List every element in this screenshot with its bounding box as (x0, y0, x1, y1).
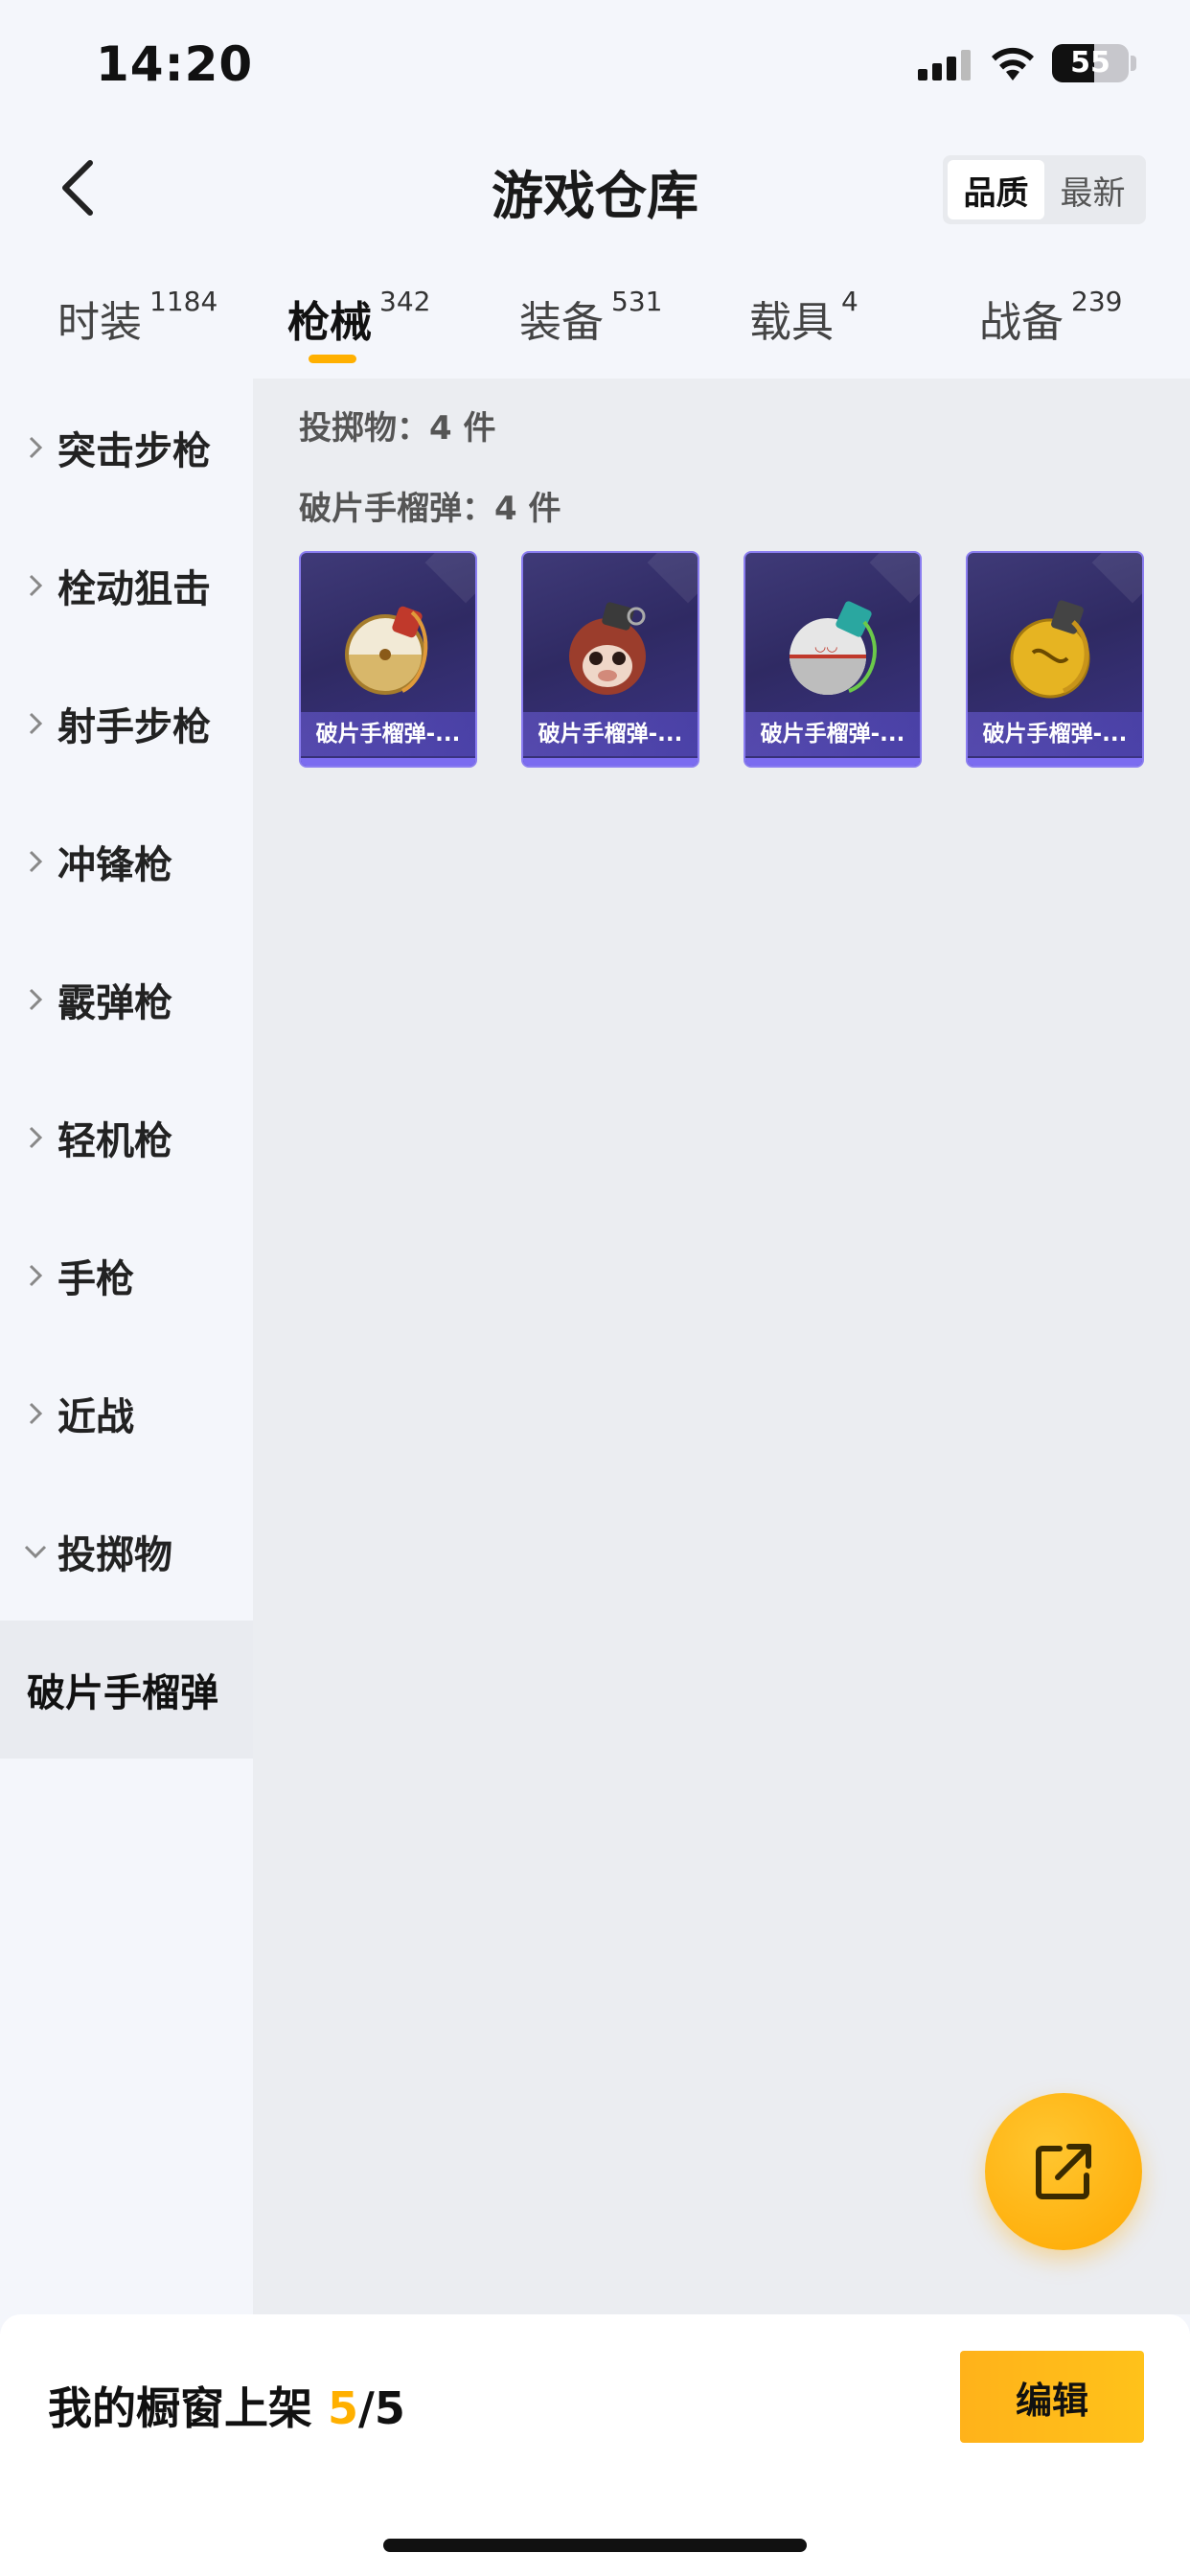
tab-count: 239 (1071, 286, 1123, 317)
battery-tip (1131, 56, 1136, 71)
chevron-right-icon (21, 435, 50, 460)
sidebar-item-label: 射手步枪 (57, 705, 211, 749)
sort-option-newest[interactable]: 最新 (1044, 160, 1141, 219)
tab-label: 枪械 (287, 298, 372, 347)
sidebar-item-label: 冲锋枪 (57, 843, 172, 887)
category-tabs: 时装 1184 枪械 342 装备 531 载具 4 战备 239 (0, 278, 1190, 374)
chevron-right-icon (21, 1263, 50, 1288)
sidebar-item-pistol[interactable]: 手枪 (0, 1207, 253, 1345)
sort-option-quality[interactable]: 品质 (948, 160, 1044, 219)
item-grid-panel: 投掷物：4 件 破片手榴弹：4 件 破片手榴弹-... 破片手榴弹-... ◡◡… (253, 379, 1190, 2314)
grenade-icon (569, 602, 646, 695)
status-time: 14:20 (96, 36, 254, 92)
sidebar-subitem-label: 破片手榴弹 (27, 1671, 218, 1715)
sidebar-item-lmg[interactable]: 轻机枪 (0, 1069, 253, 1207)
chevron-right-icon (21, 1125, 50, 1150)
item-card[interactable]: 破片手榴弹-... (521, 551, 699, 768)
category-sidebar: 突击步枪 栓动狙击 射手步枪 冲锋枪 霰弹枪 轻机枪 手枪 近战 投掷物 破片手… (0, 379, 253, 2314)
sidebar-item-label: 投掷物 (57, 1533, 172, 1577)
tab-label: 时装 (57, 298, 142, 347)
game-warehouse-screen: 14:20 55 游戏仓库 品质 最新 时装 1184 枪械 342 装备 53… (0, 0, 1190, 2576)
tab-combat-gear[interactable]: 战备 239 (979, 286, 1123, 349)
showcase-label: 我的橱窗上架 (48, 2382, 312, 2434)
sidebar-item-throwables[interactable]: 投掷物 (0, 1483, 253, 1621)
sidebar-item-assault-rifle[interactable]: 突击步枪 (0, 379, 253, 517)
sort-toggle: 品质 最新 (943, 155, 1146, 224)
showcase-status: 我的橱窗上架 5/5 (48, 2374, 405, 2437)
tab-count: 4 (841, 286, 858, 317)
chevron-down-icon (21, 1544, 50, 1559)
grenade-icon: ◡◡ (790, 601, 877, 695)
chevron-right-icon (21, 711, 50, 736)
chevron-right-icon (21, 573, 50, 598)
tab-firearms[interactable]: 枪械 342 (287, 286, 431, 349)
sidebar-item-label: 突击步枪 (57, 429, 211, 473)
bottom-bar: 我的橱窗上架 5/5 编辑 (0, 2314, 1190, 2576)
share-icon (1036, 2144, 1091, 2199)
sidebar-item-shotgun[interactable]: 霰弹枪 (0, 931, 253, 1069)
share-button[interactable] (985, 2093, 1142, 2250)
sidebar-item-label: 轻机枪 (57, 1119, 172, 1163)
tab-count: 531 (611, 286, 663, 317)
tab-vehicles[interactable]: 载具 4 (749, 286, 858, 349)
chevron-right-icon (21, 987, 50, 1012)
grenade-icon (1010, 600, 1090, 699)
subcategory-summary: 破片手榴弹：4 件 (299, 490, 561, 528)
showcase-total: /5 (358, 2382, 405, 2434)
sidebar-item-melee[interactable]: 近战 (0, 1345, 253, 1483)
tab-fashion[interactable]: 时装 1184 (57, 286, 218, 349)
showcase-used-count: 5 (328, 2382, 359, 2434)
item-card-label: 破片手榴弹-... (523, 712, 698, 756)
sidebar-item-label: 霰弹枪 (57, 981, 172, 1025)
item-card[interactable]: 破片手榴弹-... (299, 551, 477, 768)
tab-equipment[interactable]: 装备 531 (519, 286, 663, 349)
item-card[interactable]: ◡◡ 破片手榴弹-... (744, 551, 922, 768)
battery-indicator: 55 (1052, 44, 1129, 82)
item-card-label: 破片手榴弹-... (301, 712, 475, 756)
sidebar-subitem-frag-grenade[interactable]: 破片手榴弹 (0, 1621, 253, 1759)
status-bar: 14:20 55 (0, 0, 1190, 134)
item-card[interactable]: 破片手榴弹-... (966, 551, 1144, 768)
sidebar-item-smg[interactable]: 冲锋枪 (0, 793, 253, 931)
tab-label: 装备 (519, 298, 604, 347)
tab-label: 载具 (749, 298, 834, 347)
sidebar-item-label: 近战 (57, 1395, 134, 1439)
item-card-label: 破片手榴弹-... (968, 712, 1142, 756)
wifi-icon (992, 47, 1034, 80)
tab-count: 1184 (149, 286, 218, 317)
active-tab-indicator (309, 355, 356, 363)
category-summary: 投掷物：4 件 (299, 409, 496, 448)
battery-level: 55 (1070, 46, 1110, 80)
cellular-signal-icon (918, 50, 972, 80)
tab-label: 战备 (979, 298, 1064, 347)
sidebar-item-marksman-rifle[interactable]: 射手步枪 (0, 655, 253, 793)
grenade-icon (345, 606, 428, 695)
item-card-label: 破片手榴弹-... (745, 712, 920, 756)
sidebar-item-label: 手枪 (57, 1257, 134, 1301)
chevron-right-icon (21, 1401, 50, 1426)
home-indicator (383, 2539, 807, 2552)
tab-count: 342 (379, 286, 431, 317)
edit-button[interactable]: 编辑 (960, 2351, 1144, 2443)
sidebar-item-bolt-sniper[interactable]: 栓动狙击 (0, 517, 253, 655)
svg-text:◡◡: ◡◡ (814, 639, 837, 655)
sidebar-item-label: 栓动狙击 (57, 567, 211, 611)
chevron-right-icon (21, 849, 50, 874)
